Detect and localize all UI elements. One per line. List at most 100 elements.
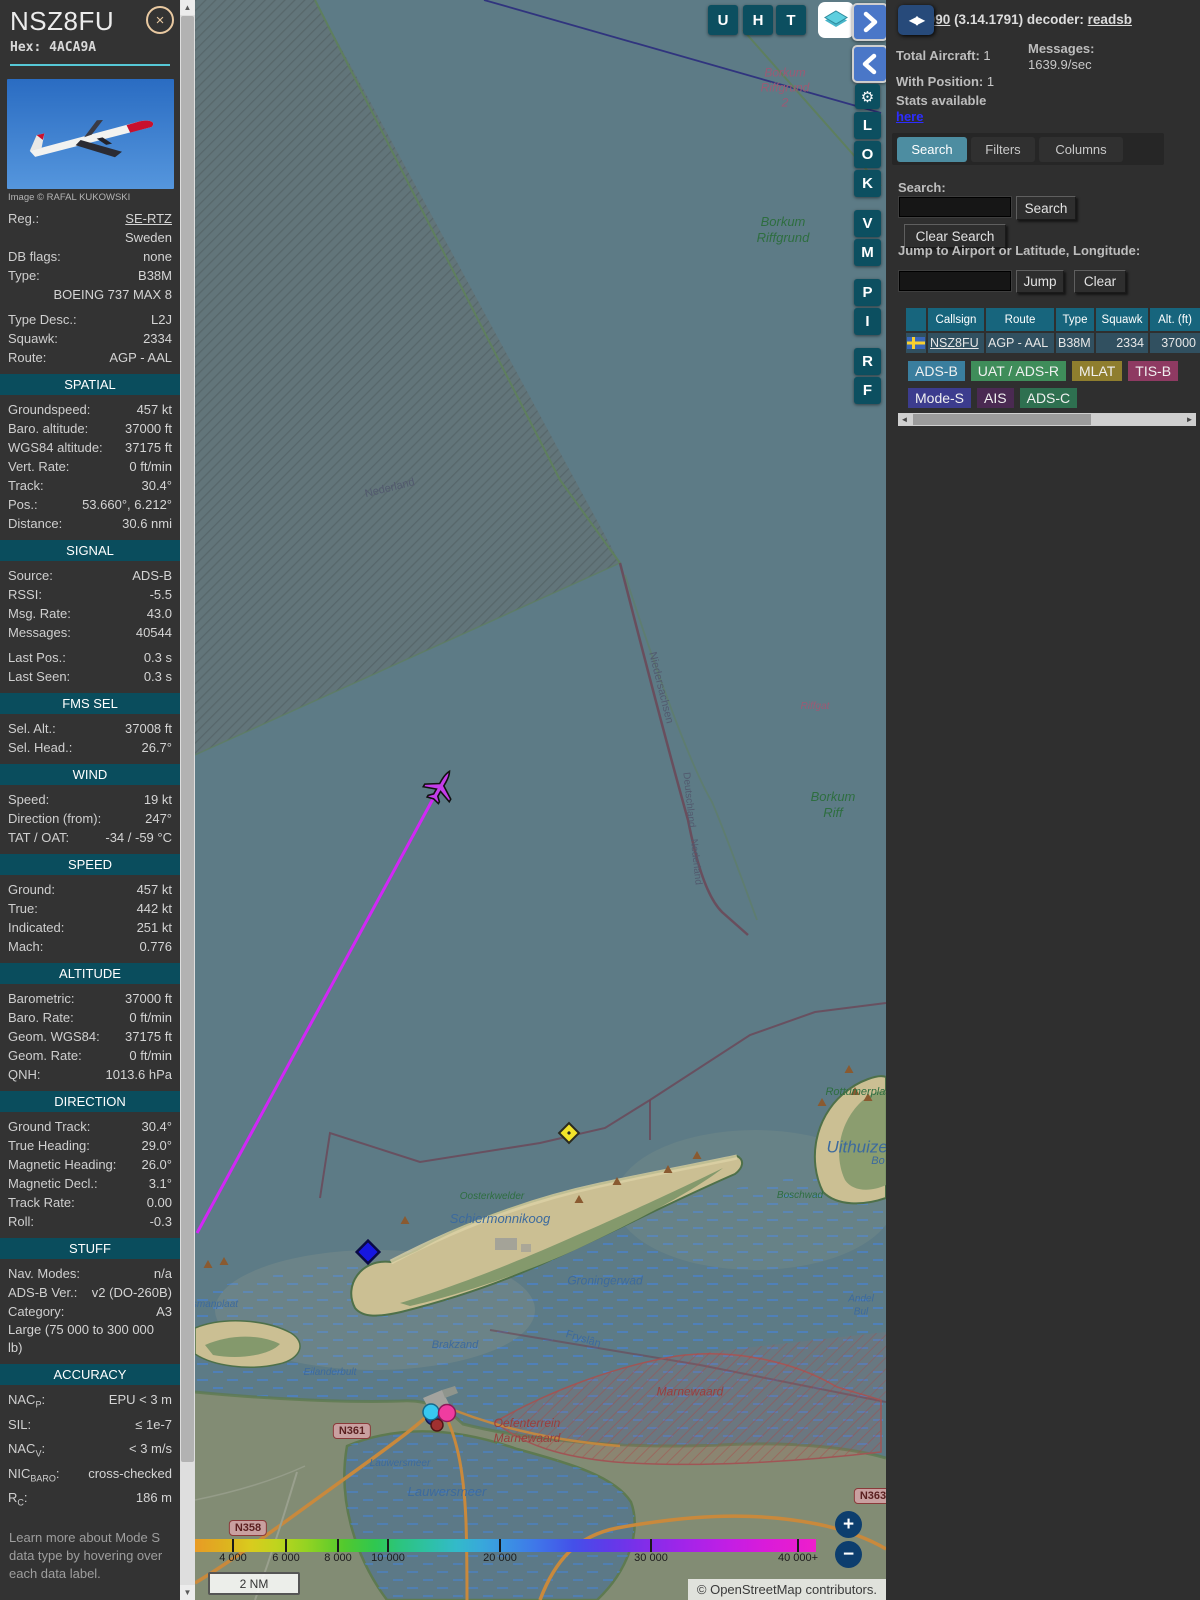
close-icon[interactable]: × <box>146 6 174 34</box>
category-description: Large (75 000 to 300 000 lb) <box>8 1322 155 1355</box>
button-v[interactable]: V <box>854 210 881 237</box>
button-u[interactable]: U <box>708 5 738 35</box>
registration-link[interactable]: SE-RTZ <box>125 209 172 228</box>
data-row: Source: ADS-B <box>8 568 172 583</box>
aircraft-photo[interactable] <box>7 79 174 189</box>
flight-trail <box>195 796 436 1234</box>
zoom-out-button[interactable]: − <box>835 1541 862 1568</box>
readsb-link[interactable]: readsb <box>1088 12 1132 27</box>
jump-input[interactable] <box>898 270 1012 292</box>
search-button[interactable]: Search <box>1016 196 1076 220</box>
stats-here-link[interactable]: here <box>896 109 923 124</box>
table-header-type[interactable]: Type <box>1056 308 1094 331</box>
layers-button[interactable] <box>818 2 854 38</box>
collapse-sidebar-button[interactable] <box>852 45 886 83</box>
legend-tick: 20 000 <box>483 1552 517 1564</box>
settings-button[interactable]: ⚙ <box>855 84 880 109</box>
button-t[interactable]: T <box>776 5 806 35</box>
data-row: Speed: 19 kt <box>8 792 172 807</box>
data-row: Ground: 457 kt <box>8 882 172 897</box>
button-o[interactable]: O <box>854 141 881 168</box>
right-triangle-icon: ▶ <box>916 13 925 27</box>
sidebar-header: NSZ8FU Hex: 4ACA9A × <box>0 0 180 66</box>
zoom-in-button[interactable]: + <box>835 1511 862 1538</box>
panel-scrollbar-thumb[interactable] <box>913 414 1091 425</box>
data-row: Sel. Head.: 26.7° <box>8 740 172 755</box>
tag-mlat: MLAT <box>1071 361 1123 381</box>
scroll-left-icon[interactable]: ◄ <box>898 413 911 426</box>
aircraft-marker-yellow[interactable] <box>557 1121 581 1145</box>
table-cell-callsign[interactable]: NSZ8FU <box>928 333 984 353</box>
table-header-flag[interactable] <box>906 308 926 331</box>
section-title-speed: SPEED <box>0 854 180 875</box>
scroll-up-icon[interactable]: ▲ <box>180 0 195 15</box>
table-header-alt[interactable]: Alt. (ft) <box>1150 308 1200 331</box>
scroll-down-icon[interactable]: ▼ <box>180 1585 195 1600</box>
section-title-direction: DIRECTION <box>0 1091 180 1112</box>
data-row: Geom. WGS84: 37175 ft <box>8 1029 172 1044</box>
section-title-stuff: STUFF <box>0 1238 180 1259</box>
button-h[interactable]: H <box>743 5 773 35</box>
sidebar-scrollbar[interactable]: ▲ ▼ <box>180 0 195 1600</box>
data-row: ADS-B Ver.: v2 (DO-260B) <box>8 1285 172 1300</box>
jump-clear-button[interactable]: Clear <box>1074 270 1126 293</box>
table-header-squawk[interactable]: Squawk <box>1096 308 1148 331</box>
table-cell-route[interactable]: AGP - AAL <box>986 333 1054 353</box>
button-k[interactable]: K <box>854 170 881 197</box>
table-cell-type[interactable]: B38M <box>1056 333 1094 353</box>
data-row: Messages: 40544 <box>8 625 172 640</box>
map[interactable]: Borkum Riffgrund 2 Borkum Riffgrund Riff… <box>195 0 886 1600</box>
route-row: Route: AGP - AAL <box>8 350 172 365</box>
section-title-spatial: SPATIAL <box>0 374 180 395</box>
total-aircraft: Total Aircraft: 1 <box>896 48 991 63</box>
data-row: Magnetic Decl.: 3.1° <box>8 1176 172 1191</box>
search-input[interactable] <box>898 196 1012 218</box>
squawk-row: Squawk: 2334 <box>8 331 172 346</box>
button-i[interactable]: I <box>854 308 881 335</box>
tab-filters[interactable]: Filters <box>971 137 1035 162</box>
data-row: NACV: < 3 m/s <box>8 1441 172 1459</box>
data-row: TAT / OAT: -34 / -59 °C <box>8 830 172 845</box>
scroll-right-icon[interactable]: ► <box>1183 413 1196 426</box>
tag-adsc: ADS-C <box>1019 388 1078 408</box>
data-row: Sel. Alt.: 37008 ft <box>8 721 172 736</box>
data-row: Direction (from): 247° <box>8 811 172 826</box>
jump-button[interactable]: Jump <box>1016 270 1064 293</box>
messages-rate: 1639.9/sec <box>1028 57 1092 72</box>
tag-ais: AIS <box>977 388 1014 408</box>
button-m[interactable]: M <box>854 239 881 266</box>
button-p[interactable]: P <box>854 279 881 306</box>
button-r[interactable]: R <box>854 348 881 375</box>
tab-search[interactable]: Search <box>897 137 967 162</box>
table-cell-flag[interactable] <box>906 333 926 353</box>
data-row: NACP: EPU < 3 m <box>8 1392 172 1410</box>
table-header-route[interactable]: Route <box>986 308 1054 331</box>
source-legend-row-2: Mode-S AIS ADS-C <box>908 388 1083 408</box>
type-full: BOEING 737 MAX 8 <box>53 287 173 302</box>
section-title-fms: FMS SEL <box>0 693 180 714</box>
table-header-callsign[interactable]: Callsign <box>928 308 984 331</box>
legend-tick: 30 000 <box>634 1552 668 1564</box>
tab-columns[interactable]: Columns <box>1039 137 1123 162</box>
button-f[interactable]: F <box>854 377 881 404</box>
expand-panel-button[interactable] <box>852 3 886 41</box>
panel-toggle-button[interactable]: ◀ ▶ <box>898 5 934 35</box>
button-l[interactable]: L <box>854 112 881 139</box>
data-row: Indicated: 251 kt <box>8 920 172 935</box>
tag-uat-adsr: UAT / ADS-R <box>970 361 1066 381</box>
stuff-rows: Nav. Modes: n/a ADS-B Ver.: v2 (DO-260B) C… <box>0 1264 180 1321</box>
sidebar-scrollbar-thumb[interactable] <box>181 16 194 1462</box>
panel-horizontal-scrollbar[interactable]: ◄ ► <box>898 413 1196 426</box>
table-cell-squawk[interactable]: 2334 <box>1096 333 1148 353</box>
map-attribution[interactable]: © OpenStreetMap contributors. <box>687 1579 886 1600</box>
data-row: NICBARO: cross-checked <box>8 1465 172 1484</box>
type-row: Type: B38M <box>8 268 172 283</box>
table-cell-alt[interactable]: 37000 <box>1150 333 1200 353</box>
data-row: True: 442 kt <box>8 901 172 916</box>
data-row: Nav. Modes: n/a <box>8 1266 172 1281</box>
with-position: With Position: 1 <box>896 74 995 89</box>
wind-rows: Speed: 19 kt Direction (from): 247° TAT / … <box>0 790 180 847</box>
selected-aircraft-icon[interactable] <box>420 764 463 808</box>
data-row: Baro. Rate: 0 ft/min <box>8 1010 172 1025</box>
section-title-altitude: ALTITUDE <box>0 963 180 984</box>
